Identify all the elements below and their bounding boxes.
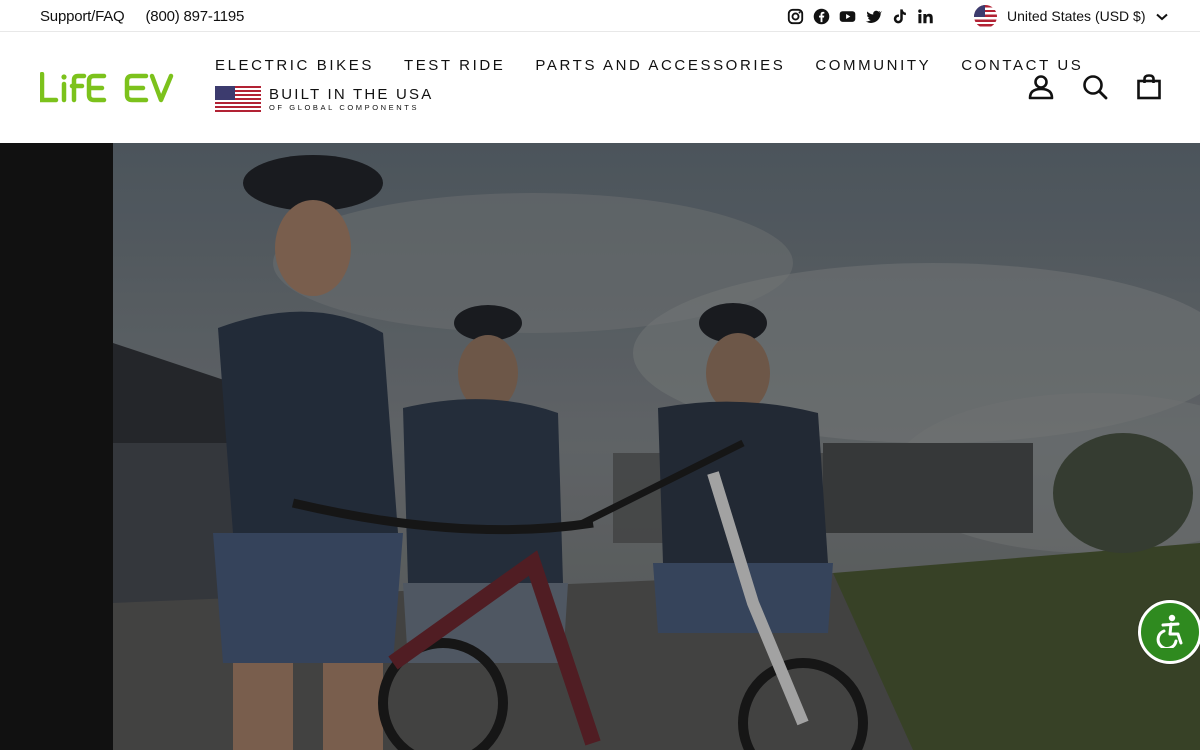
usa-subtitle: OF GLOBAL COMPONENTS [269, 102, 420, 112]
support-faq-link[interactable]: Support/FAQ [40, 8, 125, 25]
phone-link[interactable]: (800) 897-1195 [146, 8, 245, 25]
nav-test-ride[interactable]: TEST RIDE [404, 57, 505, 74]
accessibility-button[interactable] [1138, 600, 1200, 664]
built-in-usa-link[interactable]: BUILT IN THE USA OF GLOBAL COMPONENTS [215, 86, 433, 112]
utility-links: Support/FAQ (800) 897-1195 [40, 0, 244, 32]
hero-section [0, 143, 1200, 750]
social-links [787, 6, 934, 26]
us-flag-icon [974, 4, 997, 28]
hero-dark-panel [0, 143, 113, 750]
linkedin-icon[interactable] [917, 8, 934, 25]
nav-contact-us[interactable]: CONTACT US [961, 57, 1083, 74]
nav-electric-bikes[interactable]: ELECTRIC BIKES [215, 57, 374, 74]
search-icon[interactable] [1081, 73, 1109, 101]
us-flag-icon [215, 86, 261, 112]
currency-selector[interactable]: United States (USD $) [974, 4, 1168, 28]
instagram-icon[interactable] [787, 8, 804, 25]
usa-title: BUILT IN THE USA [269, 85, 434, 103]
main-nav: ELECTRIC BIKES TEST RIDE PARTS AND ACCES… [215, 57, 1113, 74]
youtube-icon[interactable] [839, 8, 856, 25]
account-icon[interactable] [1027, 73, 1055, 101]
header-actions [1027, 73, 1163, 101]
currency-label: United States (USD $) [1007, 8, 1146, 24]
accessibility-icon [1152, 612, 1188, 653]
twitter-icon[interactable] [865, 8, 883, 25]
cart-icon[interactable] [1135, 73, 1163, 101]
facebook-icon[interactable] [813, 8, 830, 25]
hero-image [113, 143, 1200, 750]
logo[interactable] [39, 71, 180, 104]
utility-bar: Support/FAQ (800) 897-1195 United States… [0, 0, 1200, 32]
tiktok-icon[interactable] [891, 8, 908, 25]
nav-parts-and-accessories[interactable]: PARTS AND ACCESSORIES [535, 57, 785, 74]
site-header [0, 32, 1200, 143]
nav-community[interactable]: COMMUNITY [815, 57, 931, 74]
chevron-down-icon [1155, 8, 1168, 24]
